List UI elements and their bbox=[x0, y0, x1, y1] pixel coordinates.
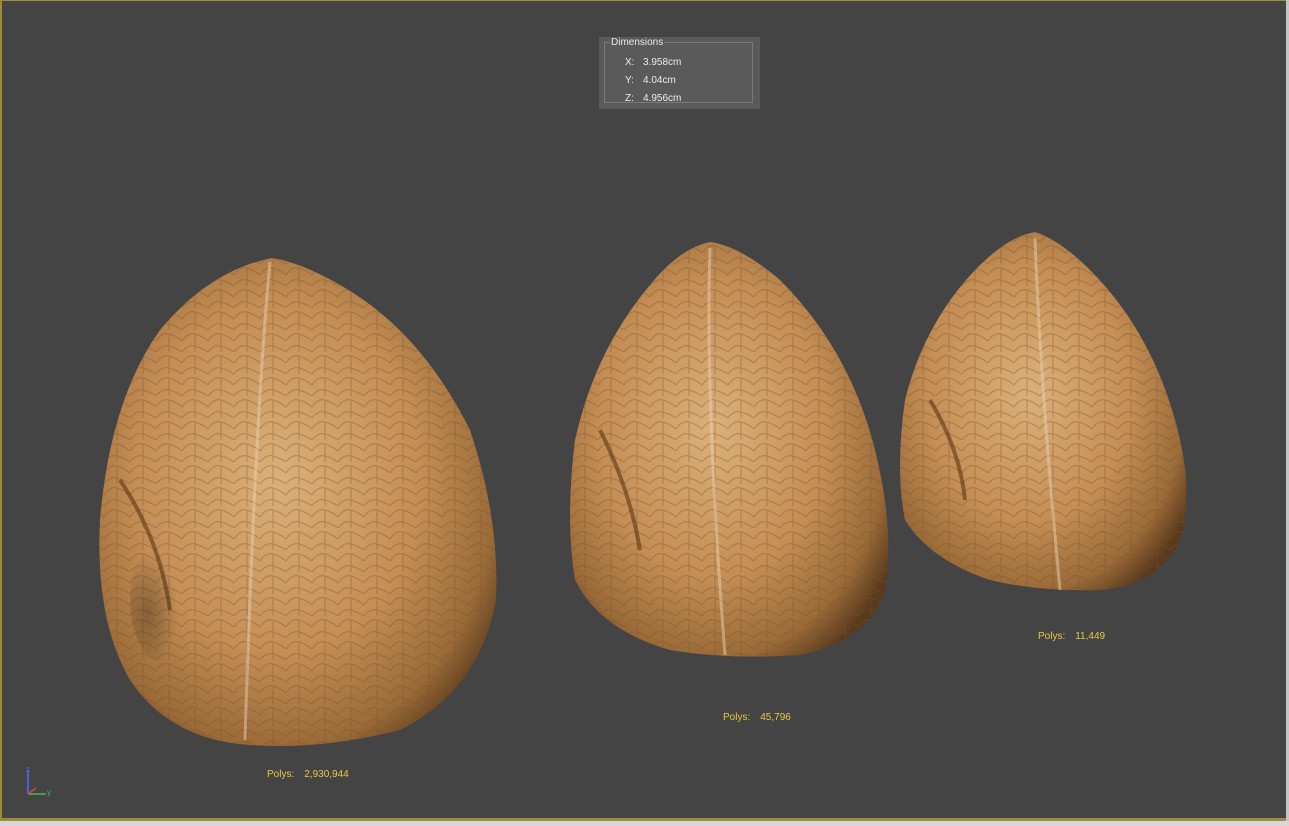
gizmo-y-label: y bbox=[47, 788, 51, 797]
dimensions-group: X: 3.958cm Y: 4.04cm Z: 4.956cm bbox=[604, 42, 753, 104]
dimensions-panel: X: 3.958cm Y: 4.04cm Z: 4.956cm Dimensions bbox=[599, 37, 760, 109]
polys-label-low: Polys: 11,449 bbox=[1038, 631, 1106, 642]
dimension-x: X: 3.958cm bbox=[625, 57, 682, 68]
polys-label-mid: Polys: 45,796 bbox=[723, 712, 791, 723]
walnut-high-poly[interactable] bbox=[99, 258, 497, 746]
walnut-low-poly[interactable] bbox=[900, 232, 1187, 591]
walnut-mid-poly[interactable] bbox=[570, 242, 889, 657]
dimension-y: Y: 4.04cm bbox=[625, 75, 676, 86]
gizmo-z-label: z bbox=[26, 765, 30, 774]
axis-gizmo-icon: z y bbox=[26, 765, 51, 797]
polys-label-high: Polys: 2,930,944 bbox=[267, 769, 349, 780]
dimension-z: Z: 4.956cm bbox=[625, 93, 682, 104]
walnut-models bbox=[99, 232, 1187, 746]
dimensions-title: Dimensions bbox=[610, 37, 665, 48]
